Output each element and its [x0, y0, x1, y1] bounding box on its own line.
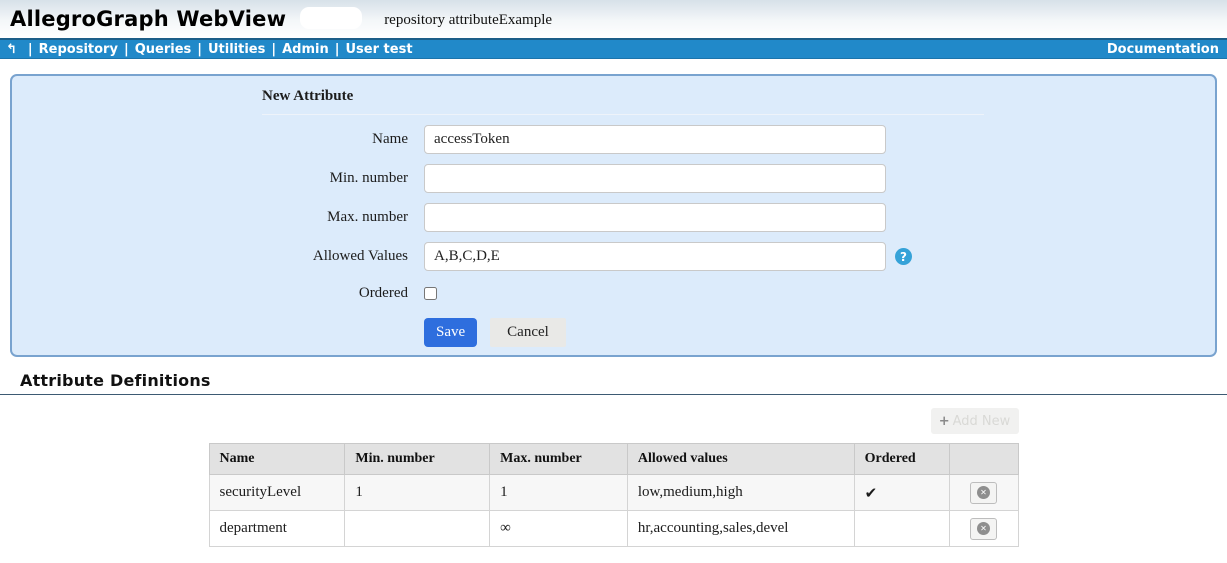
new-attribute-panel: New Attribute Name Min. number Max. numb…	[10, 74, 1217, 357]
new-attribute-legend: New Attribute	[262, 88, 353, 104]
repository-label: repository attributeExample	[384, 12, 552, 29]
ordered-checkbox[interactable]	[424, 287, 437, 300]
nav-item-user-test[interactable]: User test	[346, 42, 413, 57]
table-row: department ∞ hr,accounting,sales,devel ✕	[209, 511, 1018, 547]
plus-icon: +	[939, 414, 950, 429]
allowed-values-label: Allowed Values	[12, 248, 408, 265]
cancel-button[interactable]: Cancel	[490, 318, 566, 347]
name-row: Name	[12, 125, 1215, 154]
cell-name: securityLevel	[209, 475, 345, 511]
column-header-actions	[949, 444, 1018, 475]
nav-item-documentation[interactable]: Documentation	[1107, 42, 1219, 57]
cell-max-number: 1	[490, 475, 628, 511]
delete-icon: ✕	[977, 522, 990, 535]
min-number-label: Min. number	[12, 170, 408, 187]
ordered-label: Ordered	[12, 285, 408, 302]
cell-min-number: 1	[345, 475, 490, 511]
min-number-input[interactable]	[424, 164, 886, 193]
attribute-definitions-heading: Attribute Definitions	[20, 371, 1227, 390]
attribute-definitions-section: +Add New Name Min. number Max. number Al…	[209, 408, 1019, 547]
cell-actions: ✕	[949, 511, 1018, 547]
table-row: securityLevel 1 1 low,medium,high ✔ ✕	[209, 475, 1018, 511]
min-number-row: Min. number	[12, 164, 1215, 193]
column-header-name: Name	[209, 444, 345, 475]
max-number-row: Max. number	[12, 203, 1215, 232]
nav-item-queries[interactable]: Queries	[135, 42, 192, 57]
delete-icon: ✕	[977, 486, 990, 499]
allowed-values-row: Allowed Values ?	[12, 242, 1215, 271]
nav-separator: |	[335, 42, 340, 57]
cell-name: department	[209, 511, 345, 547]
form-buttons-row: Save Cancel	[12, 318, 1215, 347]
new-attribute-legend-wrap: New Attribute	[262, 87, 984, 115]
app-header: AllegroGraph WebView repository attribut…	[0, 0, 1227, 38]
masked-area	[300, 7, 362, 29]
add-new-button[interactable]: +Add New	[931, 408, 1019, 434]
ordered-row: Ordered	[12, 285, 1215, 302]
nav-item-admin[interactable]: Admin	[282, 42, 329, 57]
attribute-definitions-table: Name Min. number Max. number Allowed val…	[209, 443, 1019, 547]
delete-button[interactable]: ✕	[970, 482, 997, 504]
add-new-label: Add New	[953, 414, 1011, 429]
cell-actions: ✕	[949, 475, 1018, 511]
ordered-check: ✔	[854, 475, 949, 511]
column-header-max-number: Max. number	[490, 444, 628, 475]
heading-rule	[0, 394, 1227, 395]
cell-allowed-values: hr,accounting,sales,devel	[627, 511, 854, 547]
save-button[interactable]: Save	[424, 318, 477, 347]
nav-separator: |	[271, 42, 276, 57]
nav-separator: |	[197, 42, 202, 57]
nav-item-repository[interactable]: Repository	[39, 42, 118, 57]
max-number-input[interactable]	[424, 203, 886, 232]
help-icon[interactable]: ?	[895, 248, 912, 265]
nav-item-utilities[interactable]: Utilities	[208, 42, 265, 57]
allowed-values-input[interactable]	[424, 242, 886, 271]
name-input[interactable]	[424, 125, 886, 154]
app-title: AllegroGraph WebView	[10, 7, 286, 31]
name-label: Name	[12, 131, 408, 148]
column-header-min-number: Min. number	[345, 444, 490, 475]
delete-button[interactable]: ✕	[970, 518, 997, 540]
ordered-check	[854, 511, 949, 547]
cell-allowed-values: low,medium,high	[627, 475, 854, 511]
column-header-ordered: Ordered	[854, 444, 949, 475]
main-navbar: ↰ | Repository | Queries | Utilities | A…	[0, 38, 1227, 59]
cell-min-number	[345, 511, 490, 547]
table-header-row: Name Min. number Max. number Allowed val…	[209, 444, 1018, 475]
nav-separator: |	[124, 42, 129, 57]
max-number-label: Max. number	[12, 209, 408, 226]
cell-max-number: ∞	[490, 511, 628, 547]
back-arrow-icon[interactable]: ↰	[6, 43, 17, 56]
column-header-allowed-values: Allowed values	[627, 444, 854, 475]
nav-separator: |	[28, 42, 33, 57]
